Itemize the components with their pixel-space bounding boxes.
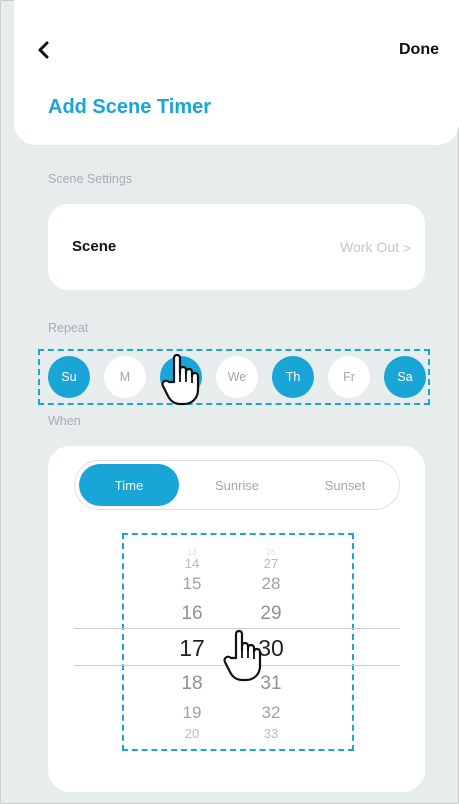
day-friday[interactable]: Fr — [328, 356, 370, 398]
hand-pointer-icon — [161, 353, 200, 406]
scene-row[interactable]: Scene Work Out > — [48, 204, 425, 290]
scene-label: Scene — [72, 238, 117, 255]
day-sunday[interactable]: Su — [48, 356, 90, 398]
hour-selected: 17 — [179, 635, 205, 661]
hour-option: 15 — [182, 574, 202, 593]
hour-option: 18 — [181, 673, 203, 694]
chevron-right-icon: > — [402, 240, 411, 256]
hour-option: 14 — [184, 556, 200, 571]
when-label: When — [48, 414, 81, 428]
header: Done Add Scene Timer — [14, 0, 459, 145]
minute-option: 27 — [263, 556, 279, 571]
hour-option: 19 — [182, 703, 202, 722]
page-title: Add Scene Timer — [48, 96, 212, 118]
hour-option: 16 — [181, 603, 203, 624]
tab-sunrise[interactable]: Sunrise — [187, 464, 287, 506]
minute-option: 32 — [261, 703, 281, 722]
tab-time[interactable]: Time — [79, 464, 179, 506]
tab-sunset[interactable]: Sunset — [295, 464, 395, 506]
done-button[interactable]: Done — [399, 41, 439, 59]
hand-pointer-icon — [223, 629, 262, 682]
hour-option: 20 — [184, 726, 200, 741]
scene-value: Work Out — [340, 239, 399, 255]
scene-settings-label: Scene Settings — [48, 172, 133, 186]
minute-option: 29 — [260, 603, 282, 624]
back-chevron-icon[interactable] — [34, 40, 54, 60]
day-thursday[interactable]: Th — [272, 356, 314, 398]
day-saturday[interactable]: Sa — [384, 356, 426, 398]
minute-option: 33 — [263, 726, 279, 741]
day-monday[interactable]: M — [104, 356, 146, 398]
minute-option: 28 — [261, 574, 281, 593]
day-wednesday[interactable]: We — [216, 356, 258, 398]
repeat-label: Repeat — [48, 321, 89, 335]
time-mode-segmented-control: Time Sunrise Sunset — [74, 460, 400, 510]
